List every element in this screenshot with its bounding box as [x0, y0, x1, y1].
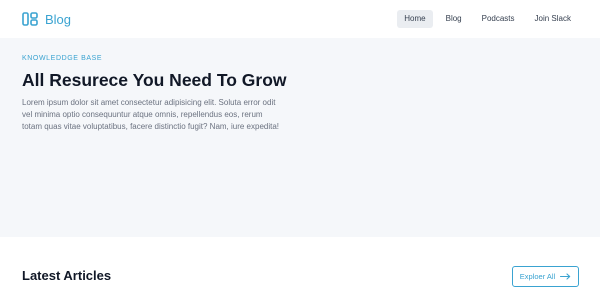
explore-all-label: Exploer All: [519, 272, 556, 281]
brand-name: Blog: [45, 11, 72, 27]
hero-eyebrow: KNOWLEDDGE BASE: [22, 55, 103, 62]
nav-item-home[interactable]: Home: [397, 10, 433, 28]
main-nav: Home Blog Podcasts Join Slack: [397, 10, 578, 28]
explore-all-button[interactable]: Exploer All: [512, 266, 579, 287]
latest-articles-title: Latest Articles: [22, 268, 112, 283]
blog-logo-icon: [22, 12, 38, 26]
nav-item-podcasts[interactable]: Podcasts: [475, 10, 522, 28]
nav-item-join-slack[interactable]: Join Slack: [528, 10, 578, 28]
hero-section: [0, 38, 600, 237]
hero-title: All Resurece You Need To Grow: [22, 70, 287, 90]
hero-description: Lorem ipsum dolor sit amet consectetur a…: [22, 98, 280, 131]
nav-item-blog[interactable]: Blog: [439, 10, 469, 28]
brand-logo-link[interactable]: Blog: [22, 10, 71, 28]
site-header: Blog Home Blog Podcasts Join Slack: [0, 0, 600, 38]
arrow-right-icon: [560, 273, 571, 280]
